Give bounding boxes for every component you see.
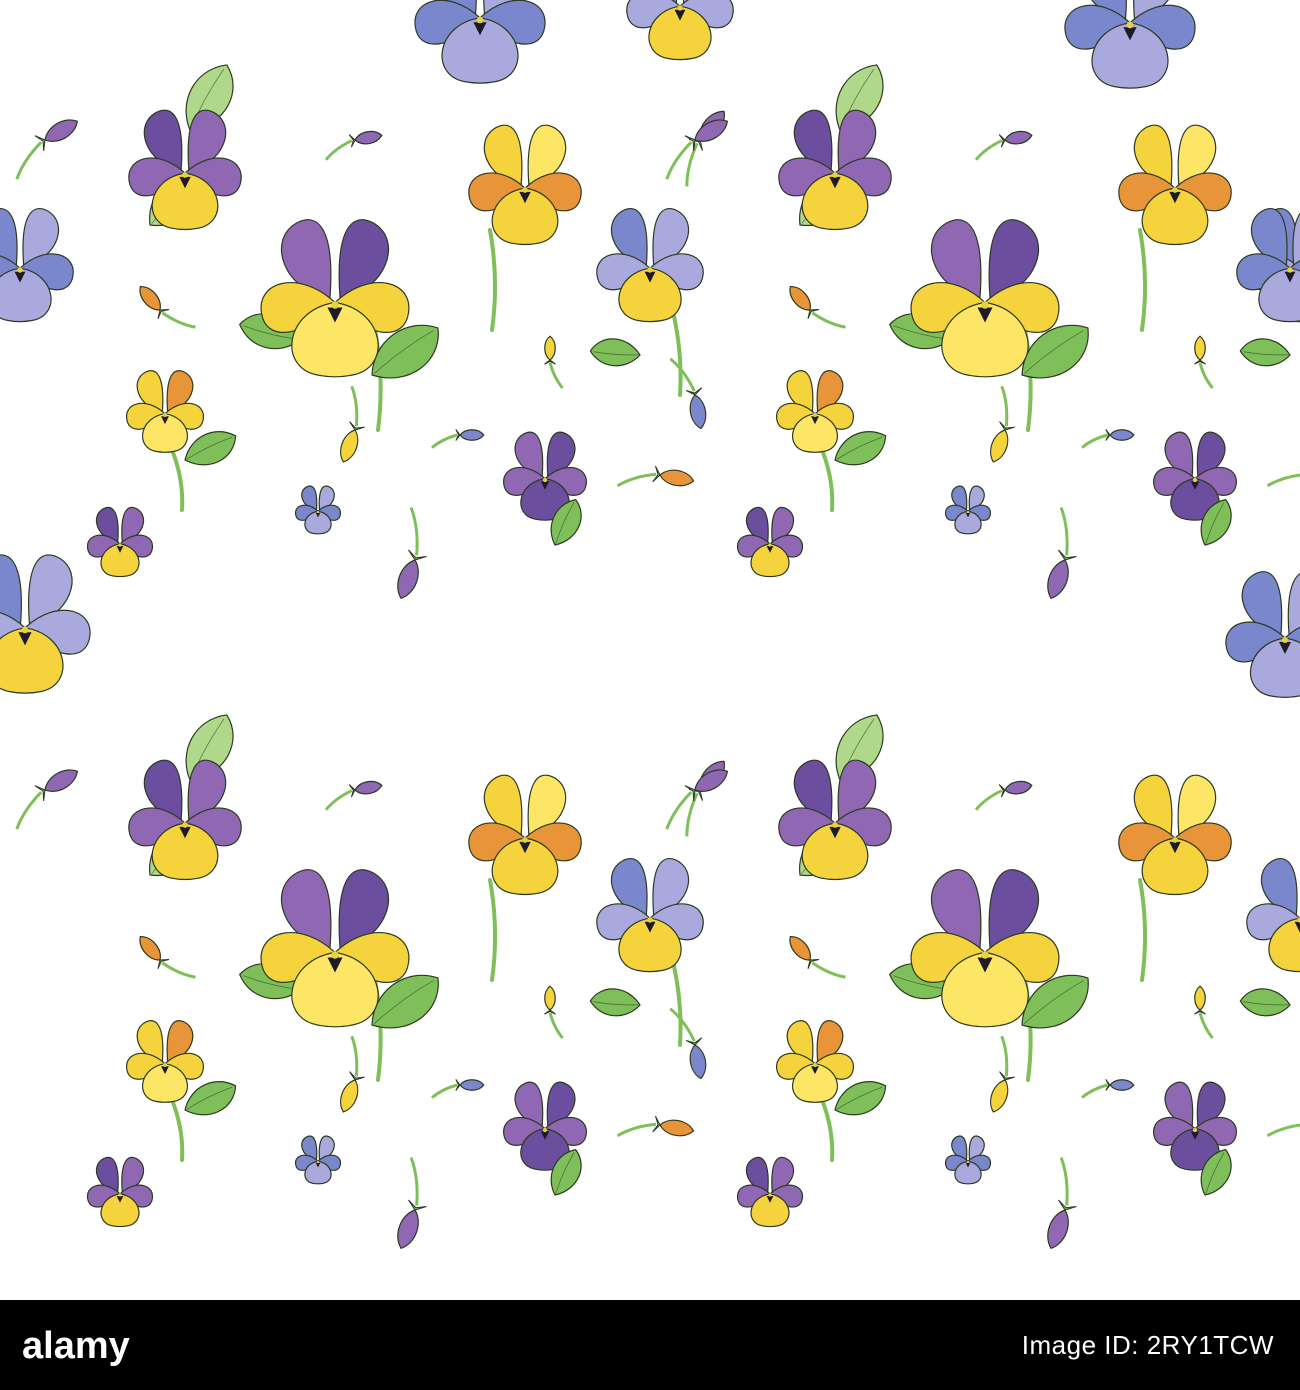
small-violet-pansy: [86, 1156, 154, 1228]
bud: [1194, 985, 1214, 1039]
leaf: [184, 431, 237, 466]
edge-blue-pansy: [1225, 571, 1300, 699]
edge-blue-pansy: [414, 0, 546, 84]
leaf: [834, 431, 887, 466]
tiny-blue-pansy: [944, 485, 992, 535]
leaf: [589, 988, 641, 1017]
tiny-blue-pansy: [944, 1135, 992, 1185]
bud: [1081, 429, 1135, 449]
small-yellow-pansy: [125, 370, 205, 453]
bud: [974, 780, 1033, 811]
blue-pansy: [596, 208, 704, 323]
yellow-orange-pansy: [468, 774, 582, 896]
bud: [340, 385, 365, 463]
edge-blue-pansy: [0, 554, 91, 694]
bud: [324, 130, 383, 161]
violet-yellow-pansy: [128, 759, 242, 881]
small-violet-pansy: [736, 506, 804, 578]
bud: [15, 769, 79, 830]
bud: [431, 1079, 485, 1099]
violet-yellow-pansy: [778, 109, 892, 231]
bud: [789, 935, 846, 979]
stem: [818, 443, 835, 512]
leaf: [184, 1081, 237, 1116]
image-id: Image ID: 2RY1TCW: [1022, 1330, 1274, 1361]
bud: [616, 1115, 695, 1138]
bud: [1266, 472, 1300, 488]
edge-blue-pansy: [0, 208, 74, 323]
bud: [669, 1007, 707, 1080]
svg-text:alamy: alamy: [22, 1326, 130, 1366]
stem: [168, 443, 185, 512]
bud: [685, 760, 725, 837]
bud: [431, 429, 485, 449]
blue-pansy: [1246, 858, 1300, 973]
blue-pansy: [596, 858, 704, 973]
bud: [990, 1035, 1015, 1113]
yellow-orange-pansy: [1118, 124, 1232, 246]
small-yellow-pansy: [775, 1020, 855, 1103]
bud: [15, 119, 79, 180]
bud: [544, 985, 564, 1039]
small-yellow-pansy: [125, 1020, 205, 1103]
image-id-value: 2RY1TCW: [1146, 1330, 1274, 1360]
edge-blue-pansy: [1064, 0, 1196, 89]
stem: [1138, 878, 1148, 982]
bud: [324, 780, 383, 811]
bud: [789, 285, 846, 329]
bud: [139, 935, 196, 979]
bud: [1047, 506, 1077, 600]
bud: [397, 506, 427, 600]
bud: [990, 385, 1015, 463]
bud: [1194, 335, 1214, 389]
watermark-bar: alamy Image ID: 2RY1TCW: [0, 1300, 1300, 1390]
pansy-pattern-canvas: [0, 0, 1300, 1250]
bud: [1266, 1122, 1300, 1138]
stem: [818, 1093, 835, 1162]
yellow-orange-pansy: [468, 124, 582, 246]
bud: [1047, 1156, 1077, 1250]
small-violet-pansy: [736, 1156, 804, 1228]
small-violet-pansy: [86, 506, 154, 578]
bud: [616, 465, 695, 488]
image-id-label: Image ID:: [1021, 1330, 1139, 1360]
yellow-orange-pansy: [1118, 774, 1232, 896]
bud: [1081, 1079, 1135, 1099]
tiny-blue-pansy: [294, 485, 342, 535]
stem: [488, 878, 498, 982]
violet-yellow-pansy: [778, 759, 892, 881]
bud: [340, 1035, 365, 1113]
small-yellow-pansy: [775, 370, 855, 453]
bud: [397, 1156, 427, 1250]
stem: [488, 228, 498, 332]
bud: [669, 357, 707, 430]
bud: [685, 110, 725, 187]
alamy-logo: alamy: [22, 1326, 130, 1366]
violet-yellow-pansy: [128, 109, 242, 231]
leaf: [834, 1081, 887, 1116]
stem: [1138, 228, 1148, 332]
stem: [168, 1093, 185, 1162]
floral-pattern: [0, 0, 1300, 1300]
leaf: [1239, 338, 1291, 367]
edge-blue-pansy: [626, 0, 734, 61]
bud: [974, 130, 1033, 161]
leaf: [589, 338, 641, 367]
tiny-blue-pansy: [294, 1135, 342, 1185]
leaf: [1239, 988, 1291, 1017]
bud: [139, 285, 196, 329]
bud: [544, 335, 564, 389]
